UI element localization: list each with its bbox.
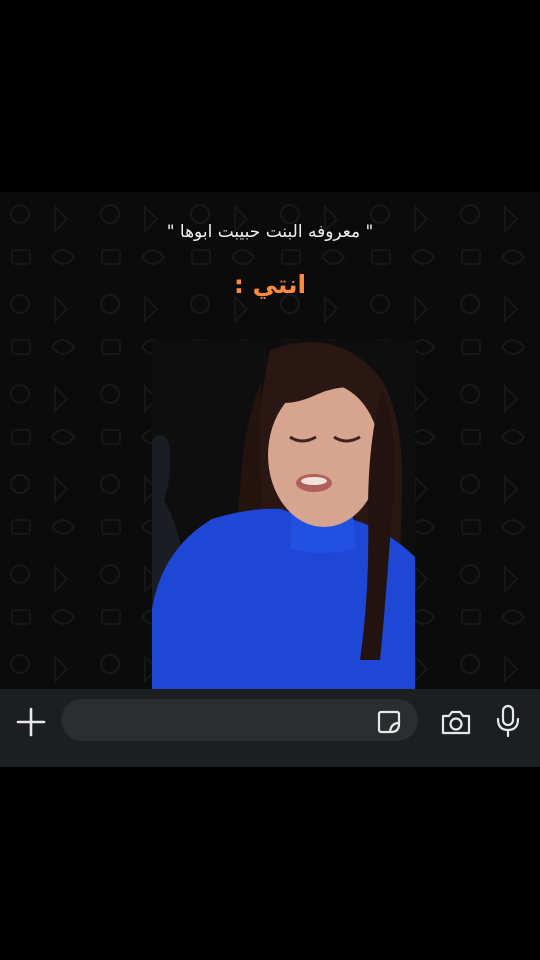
- message-input[interactable]: [61, 699, 418, 741]
- caption-text: " معروفه البنت حبيبت ابوها ": [166, 222, 374, 242]
- caption-highlight: انتي :: [233, 270, 307, 299]
- camera-icon[interactable]: [440, 707, 472, 737]
- message-composer-bar: [0, 689, 540, 767]
- plus-icon[interactable]: [14, 705, 48, 739]
- chat-area: " معروفه البنت حبيبت ابوها " انتي :: [0, 192, 540, 689]
- sticker-image: [152, 340, 415, 689]
- microphone-icon[interactable]: [495, 704, 521, 738]
- sticker-icon[interactable]: [376, 709, 402, 735]
